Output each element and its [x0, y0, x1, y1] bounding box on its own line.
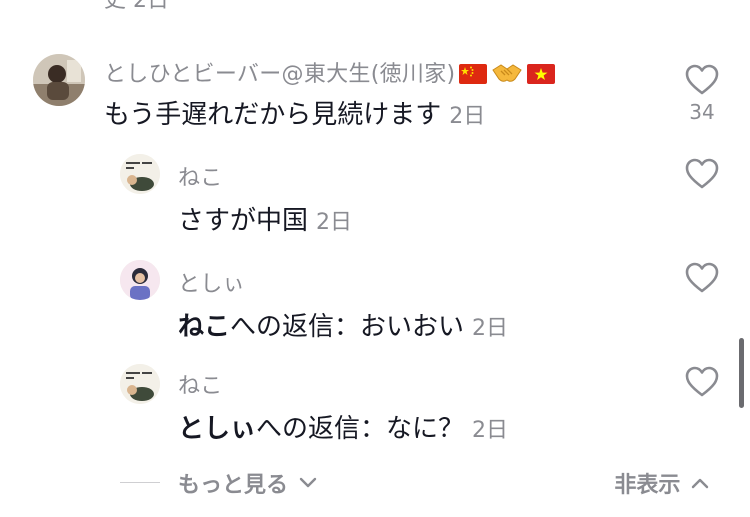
- heart-icon[interactable]: [685, 366, 719, 398]
- like-button[interactable]: 34: [684, 64, 720, 124]
- reply-body: おいおい: [360, 312, 465, 342]
- divider: [120, 482, 160, 483]
- avatar[interactable]: [33, 54, 85, 106]
- reply-item: ねこ としぃへの返信：なに？ 2日: [0, 362, 750, 452]
- hide-replies-button[interactable]: 非表示: [614, 467, 710, 499]
- reply-body: さすが中国: [178, 206, 309, 236]
- handshake-icon: [491, 62, 523, 90]
- reply-time: 2日: [316, 210, 353, 235]
- chevron-up-icon[interactable]: [690, 476, 710, 490]
- like-button[interactable]: [684, 366, 720, 398]
- heart-icon[interactable]: [685, 158, 719, 190]
- comment-item: としひとビーバー@東大生(徳川家) もう手遅れだから見続けます 2日 34: [0, 52, 750, 132]
- avatar[interactable]: [120, 154, 160, 194]
- view-more-label[interactable]: もっと見る: [178, 473, 288, 498]
- reply-body: なに？: [386, 414, 465, 444]
- reply-username[interactable]: ねこ: [178, 368, 223, 400]
- reply-text: ねこへの返信：おいおい 2日: [178, 306, 508, 343]
- reply-suffix: への返信：: [256, 414, 387, 444]
- reply-to-username[interactable]: ねこ: [178, 312, 230, 342]
- avatar[interactable]: [120, 364, 160, 404]
- chevron-down-icon[interactable]: [298, 476, 318, 490]
- reply-item: ねこ さすが中国 2日: [0, 152, 750, 242]
- top-clipped-text: 史 2日: [104, 0, 169, 13]
- heart-icon[interactable]: [685, 262, 719, 294]
- reply-username[interactable]: ねこ: [178, 160, 223, 192]
- like-button[interactable]: [684, 158, 720, 190]
- china-flag-icon: [459, 64, 488, 90]
- reply-to-username[interactable]: としぃ: [178, 414, 256, 444]
- replies-controls: もっと見る 非表示: [0, 462, 750, 502]
- comment-username[interactable]: としひとビーバー@東大生(徳川家): [104, 56, 556, 90]
- username-text[interactable]: としひとビーバー@東大生(徳川家): [104, 62, 455, 87]
- reply-item: としぃ ねこへの返信：おいおい 2日: [0, 258, 750, 348]
- like-count: 34: [689, 100, 715, 124]
- vietnam-flag-icon: [527, 64, 556, 90]
- comment-body: もう手遅れだから見続けます: [104, 100, 442, 130]
- reply-text: さすが中国 2日: [178, 200, 352, 237]
- reply-username[interactable]: としぃ: [178, 266, 245, 298]
- scrollbar[interactable]: [739, 338, 744, 408]
- view-more-button[interactable]: もっと見る: [178, 467, 318, 499]
- reply-text: としぃへの返信：なに？ 2日: [178, 408, 508, 445]
- hide-replies-label[interactable]: 非表示: [614, 473, 680, 498]
- like-button[interactable]: [684, 262, 720, 294]
- heart-icon[interactable]: [685, 64, 719, 96]
- reply-time: 2日: [472, 418, 509, 443]
- comment-time: 2日: [449, 104, 486, 129]
- reply-suffix: への返信：: [230, 312, 361, 342]
- comment-text: もう手遅れだから見続けます 2日: [104, 94, 485, 131]
- reply-time: 2日: [472, 316, 509, 341]
- avatar[interactable]: [120, 260, 160, 300]
